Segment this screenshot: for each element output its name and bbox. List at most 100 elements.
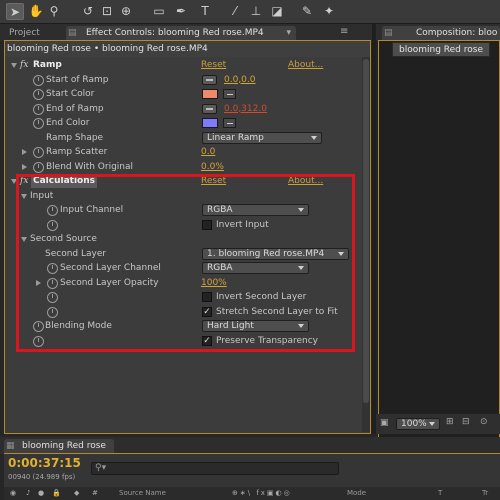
safe-zones-icon[interactable]: ⊟ — [462, 417, 470, 427]
start-of-ramp-value[interactable]: 0.0,0.0 — [224, 73, 256, 87]
expand-triangle-icon[interactable] — [22, 163, 27, 170]
ramp-reset-link[interactable]: Reset — [201, 58, 226, 72]
mode-column-header[interactable]: Mode — [347, 487, 366, 500]
end-color-label: End Color — [46, 118, 90, 128]
audio-switch-icon[interactable]: ♪ — [26, 487, 30, 500]
ramp-about-link[interactable]: About... — [288, 58, 323, 72]
effect-controls-scrollbar[interactable] — [362, 57, 370, 432]
composition-panel: ▤ Composition: bloo — [376, 24, 500, 448]
tab-project[interactable]: Project — [4, 26, 54, 41]
tab-dropdown-icon[interactable]: ▾ — [286, 26, 291, 40]
pan-behind-tool-icon[interactable]: ⊕ — [117, 3, 135, 20]
label-column-icon[interactable]: ◆ — [74, 487, 79, 500]
stopwatch-icon[interactable] — [33, 118, 44, 129]
timeline-comp-icon[interactable]: ▦ — [6, 439, 15, 453]
scrollbar-thumb[interactable] — [363, 59, 369, 403]
effect-lock-icon[interactable]: ▤ — [68, 26, 77, 40]
solo-switch-icon[interactable]: ● — [38, 487, 44, 500]
start-color-row: Start Color — [5, 87, 362, 102]
chevron-down-icon — [311, 135, 317, 140]
composition-tabs: ▤ Composition: bloo — [376, 24, 500, 41]
camera-orbit-tool-icon[interactable]: ⊡ — [98, 3, 116, 20]
effect-controls-header: blooming Red rose • blooming Red rose.MP… — [5, 41, 370, 57]
start-color-swatch[interactable] — [202, 89, 218, 99]
layer-number-icon[interactable]: # — [92, 487, 98, 500]
ramp-effect-row[interactable]: fx Ramp Reset About... — [5, 58, 362, 73]
end-of-ramp-label: End of Ramp — [46, 103, 104, 114]
chevron-down-icon — [429, 422, 435, 426]
source-name-column-header[interactable]: Source Name — [119, 487, 166, 500]
track-matte-column-header[interactable]: Tr — [482, 487, 488, 500]
end-of-ramp-value[interactable]: 0.0,312.0 — [224, 102, 267, 116]
stopwatch-icon[interactable] — [33, 161, 44, 173]
blend-with-original-label: Blend With Original — [46, 161, 134, 172]
roto-brush-tool-icon[interactable]: ✎ — [298, 3, 316, 20]
pen-tool-icon[interactable]: ✒ — [172, 3, 190, 20]
tab-timeline[interactable]: ▦ blooming Red rose — [4, 439, 114, 454]
clone-stamp-tool-icon[interactable]: ⊥ — [247, 3, 265, 20]
timeline-search-input[interactable]: ⚲▾ — [91, 462, 339, 475]
end-color-swatch[interactable] — [202, 118, 218, 128]
eyedropper-icon[interactable] — [223, 89, 236, 99]
end-of-ramp-row: End of Ramp 0.0,312.0 — [5, 102, 362, 117]
ramp-shape-dropdown[interactable]: Linear Ramp — [202, 131, 322, 144]
search-icon: ⚲▾ — [95, 463, 107, 473]
switches-column-icons[interactable]: ⊕∗\ fx▣◐◎ — [232, 487, 292, 500]
hand-tool-icon[interactable]: ✋ — [27, 3, 45, 20]
grid-icon[interactable]: ⊞ — [446, 417, 454, 427]
left-panel-tabs: Project ▤ Effect Controls: blooming Red … — [0, 24, 372, 41]
ramp-scatter-value[interactable]: 0.0 — [201, 145, 215, 159]
blend-with-original-value[interactable]: 0.0% — [201, 160, 224, 174]
rectangle-tool-icon[interactable]: ▭ — [150, 3, 168, 20]
stopwatch-icon[interactable] — [33, 147, 44, 158]
rotate-tool-icon[interactable]: ↺ — [79, 3, 97, 20]
eyedropper-icon[interactable] — [223, 118, 236, 128]
start-color-label: Start Color — [46, 89, 95, 99]
ramp-effect-name: Ramp — [33, 60, 62, 70]
tab-composition[interactable]: ▤ Composition: bloo — [382, 26, 500, 41]
ramp-shape-label: Ramp Shape — [46, 132, 104, 143]
stopwatch-icon[interactable] — [33, 74, 44, 86]
toolbar: ➤ ✋ ⚲ ↺ ⊡ ⊕ ▭ ✒ T ⁄ ⊥ ◪ ✎ ✦ — [0, 0, 500, 24]
fx-icon[interactable]: fx — [20, 58, 28, 72]
frame-count: 00940 (24.989 fps) — [8, 473, 76, 481]
ramp-shape-value: Linear Ramp — [207, 132, 264, 143]
ramp-shape-row: Ramp Shape Linear Ramp — [5, 131, 362, 146]
blend-with-original-row: Blend With Original 0.0% — [5, 160, 362, 175]
zoom-dropdown[interactable]: 100% — [396, 418, 440, 430]
point-control-icon[interactable] — [202, 103, 217, 114]
brush-tool-icon[interactable]: ⁄ — [226, 3, 244, 20]
tab-project-label: Project — [9, 28, 40, 38]
timeline-tabs: ▦ blooming Red rose — [0, 437, 500, 454]
panel-menu-icon[interactable]: ≡ — [340, 26, 348, 37]
stopwatch-icon[interactable] — [33, 89, 44, 100]
lock-switch-icon[interactable]: 🔒 — [52, 487, 61, 500]
ramp-scatter-row: Ramp Scatter 0.0 — [5, 145, 362, 160]
end-color-row: End Color — [5, 116, 362, 131]
timeline-column-headers: ◉ ♪ ● 🔒 ◆ # Source Name ⊕∗\ fx▣◐◎ Mode T… — [4, 487, 500, 500]
selection-tool-icon[interactable]: ➤ — [6, 3, 24, 20]
eraser-tool-icon[interactable]: ◪ — [268, 3, 286, 20]
tab-timeline-label: blooming Red rose — [22, 441, 106, 451]
composition-lock-icon[interactable]: ▤ — [384, 26, 393, 40]
tab-effect-controls[interactable]: ▤ Effect Controls: blooming Red rose.MP4… — [66, 26, 296, 41]
zoom-tool-icon[interactable]: ⚲ — [45, 3, 63, 20]
composition-name-chip[interactable]: blooming Red rose — [392, 42, 490, 57]
video-switch-icon[interactable]: ◉ — [10, 487, 16, 500]
expand-triangle-icon[interactable] — [22, 149, 27, 155]
highlight-box — [16, 174, 355, 352]
t-column-header[interactable]: T — [438, 487, 442, 500]
snapshot-icon[interactable]: ⊙ — [480, 417, 488, 427]
composition-viewer[interactable] — [378, 40, 500, 448]
start-of-ramp-row: Start of Ramp 0.0,0.0 — [5, 73, 362, 88]
current-timecode[interactable]: 0:00:37:15 — [8, 456, 81, 470]
point-control-icon[interactable] — [202, 74, 217, 85]
collapse-triangle-icon[interactable] — [11, 63, 17, 68]
puppet-pin-tool-icon[interactable]: ✦ — [320, 3, 338, 20]
tab-effect-controls-label: Effect Controls: blooming Red rose.MP4 — [86, 28, 264, 38]
magnification-icon[interactable]: ▣ — [380, 418, 389, 428]
type-tool-icon[interactable]: T — [196, 3, 214, 20]
tab-composition-label: Composition: bloo — [416, 28, 498, 38]
stopwatch-icon[interactable] — [33, 103, 44, 115]
ramp-scatter-label: Ramp Scatter — [46, 147, 108, 157]
